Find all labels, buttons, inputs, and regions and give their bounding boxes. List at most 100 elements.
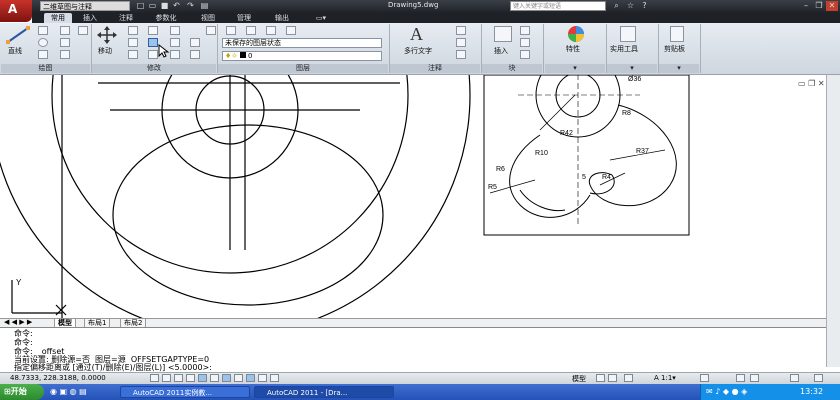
clipboard-panel-expand[interactable]: ▾ <box>659 64 699 73</box>
layer-iso-icon[interactable] <box>226 26 236 35</box>
annotation-scale[interactable]: A 1:1▾ <box>654 374 676 382</box>
minimize-button[interactable]: – <box>800 1 812 11</box>
line-tool-label[interactable]: 直线 <box>8 46 22 56</box>
ortho-toggle[interactable] <box>174 374 183 382</box>
model-space-button[interactable]: 模型 <box>572 374 586 384</box>
utilities-label[interactable]: 实用工具 <box>610 44 638 54</box>
insert-label[interactable]: 插入 <box>494 46 508 56</box>
tab-annotate[interactable]: 注释 <box>112 13 140 23</box>
leader-icon[interactable] <box>456 38 466 47</box>
clipboard-label[interactable]: 剪贴板 <box>664 44 685 54</box>
dimension-icon[interactable] <box>456 26 466 35</box>
application-menu-button[interactable]: A <box>0 0 32 22</box>
mtext-label[interactable]: 多行文字 <box>404 46 432 56</box>
fillet-icon[interactable] <box>190 38 200 47</box>
panel-modify-title[interactable]: 修改 <box>92 64 216 73</box>
clipboard-icon[interactable] <box>670 26 684 42</box>
open-icon[interactable]: ▭ <box>148 2 157 10</box>
draw-more-icon[interactable] <box>78 26 88 35</box>
new-icon[interactable]: □ <box>136 2 145 10</box>
rectangle-icon[interactable] <box>60 26 70 35</box>
layer-properties-icon[interactable] <box>206 26 216 35</box>
snap-toggle[interactable] <box>150 374 159 382</box>
scale-icon[interactable] <box>148 50 158 59</box>
erase-icon[interactable] <box>170 26 180 35</box>
insert-block-icon[interactable] <box>494 26 512 42</box>
tab-output[interactable]: 输出 <box>268 13 296 23</box>
layer-off-icon[interactable] <box>246 26 256 35</box>
layer-freeze-icon[interactable] <box>266 26 276 35</box>
layer-dropdown[interactable]: ♦☼ 0 <box>222 51 382 61</box>
panel-layers-title[interactable]: 图层 <box>218 64 388 73</box>
vertical-scrollbar[interactable] <box>826 75 840 367</box>
properties-label[interactable]: 特性 <box>566 44 580 54</box>
ribbon-toggle-icon[interactable]: ▭▾ <box>312 13 330 23</box>
array-icon[interactable] <box>170 50 180 59</box>
otrack-toggle[interactable] <box>222 374 231 382</box>
start-button[interactable]: ⊞开始 <box>0 384 44 400</box>
annotation-visibility-icon[interactable] <box>700 374 709 382</box>
osnap-toggle[interactable] <box>198 374 207 382</box>
panel-block-title[interactable]: 块 <box>482 64 542 73</box>
utilities-panel-expand[interactable]: ▾ <box>607 64 657 73</box>
tab-parametric[interactable]: 参数化 <box>148 13 184 23</box>
taskbar-item-active[interactable]: AutoCAD 2011 - [Dra... <box>254 386 394 398</box>
tab-home[interactable]: 常用 <box>44 13 72 23</box>
properties-icon[interactable] <box>566 25 586 43</box>
binoculars-icon[interactable]: ⌕ <box>612 2 621 10</box>
dyn-toggle[interactable] <box>246 374 255 382</box>
plot-icon[interactable]: ▤ <box>200 2 209 10</box>
3dosnap-toggle[interactable] <box>210 374 219 382</box>
offset-icon[interactable] <box>148 38 158 47</box>
calculator-icon[interactable] <box>620 26 636 42</box>
polar-toggle[interactable] <box>186 374 195 382</box>
ellipse-icon[interactable] <box>60 50 70 59</box>
subscription-icon[interactable]: ☆ <box>626 2 635 10</box>
quick-launch-icons[interactable]: ◉ ▣ ◍ ▤ <box>50 387 87 396</box>
copy-icon[interactable] <box>128 38 138 47</box>
trim-icon[interactable] <box>148 26 158 35</box>
edit-attributes-icon[interactable] <box>520 50 530 59</box>
clean-screen-icon[interactable] <box>814 374 823 382</box>
explode-icon[interactable] <box>190 50 200 59</box>
workspace-switching-icon[interactable] <box>736 374 745 382</box>
line-tool-icon[interactable] <box>6 26 30 44</box>
panel-draw-title[interactable]: 绘图 <box>1 64 90 73</box>
coordinate-readout[interactable]: 48.7333, 228.3188, 0.0000 <box>10 374 106 382</box>
pan-icon[interactable] <box>624 374 633 382</box>
save-icon[interactable]: ■ <box>160 2 169 10</box>
drawing-canvas[interactable]: Y Ø36 R8 R42 R10 R37 R6 R5 5 R4 <box>0 75 826 318</box>
hatch-icon[interactable] <box>60 38 70 47</box>
restore-button[interactable]: ❐ <box>813 1 825 11</box>
properties-panel-expand[interactable]: ▾ <box>545 64 605 73</box>
tray-icons[interactable]: ✉ ♪ ◆ ● ◈ <box>706 387 747 396</box>
tab-manage[interactable]: 管理 <box>230 13 258 23</box>
tab-view[interactable]: 视图 <box>194 13 222 23</box>
ducs-toggle[interactable] <box>234 374 243 382</box>
stretch-icon[interactable] <box>128 50 138 59</box>
move-icon[interactable] <box>96 26 118 44</box>
undo-icon[interactable]: ↶ <box>172 2 181 10</box>
polyline-icon[interactable] <box>38 26 48 35</box>
table-icon[interactable] <box>456 50 466 59</box>
mirror-icon[interactable] <box>170 38 180 47</box>
quick-view-layouts-icon[interactable] <box>596 374 605 382</box>
help-icon[interactable]: ? <box>640 2 649 10</box>
layout-nav-icon[interactable]: ◀ ◀ ▶ ▶ <box>4 318 32 326</box>
rotate-icon[interactable] <box>128 26 138 35</box>
command-prompt[interactable]: 指定偏移距离或 [通过(T)/删除(E)/图层(L)] <5.0000>: <box>14 363 212 372</box>
panel-annotation-title[interactable]: 注释 <box>390 64 480 73</box>
search-input[interactable]: 键入关键字或短语 <box>510 1 606 11</box>
tab-insert[interactable]: 插入 <box>76 13 104 23</box>
grid-toggle[interactable] <box>162 374 171 382</box>
taskbar-item[interactable]: AutoCAD 2011实例教... <box>120 386 250 398</box>
close-button[interactable]: ✕ <box>826 1 838 11</box>
move-label[interactable]: 移动 <box>98 46 112 56</box>
qp-toggle[interactable] <box>270 374 279 382</box>
edit-block-icon[interactable] <box>520 38 530 47</box>
create-block-icon[interactable] <box>520 26 530 35</box>
viewport-controls-icon[interactable]: ▭ ❐ ✕ <box>798 79 825 88</box>
lock-icon[interactable] <box>750 374 759 382</box>
arc-icon[interactable] <box>38 50 48 59</box>
lwt-toggle[interactable] <box>258 374 267 382</box>
